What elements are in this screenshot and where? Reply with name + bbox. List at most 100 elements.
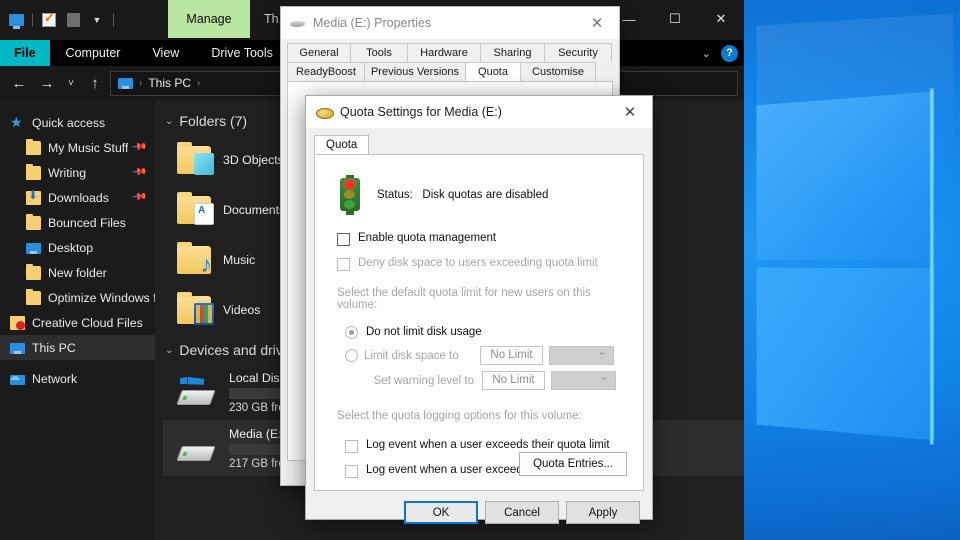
sidebar-item-writing[interactable]: Writing 📌: [0, 160, 155, 185]
quota-dialog-title: Quota Settings for Media (E:): [340, 105, 502, 119]
cancel-button[interactable]: Cancel: [485, 501, 559, 524]
sidebar-item-creative-cloud-files[interactable]: Creative Cloud Files: [0, 310, 155, 335]
folder-icon: [26, 288, 41, 305]
limit-value-input[interactable]: No Limit: [480, 346, 543, 365]
close-button[interactable]: ✕: [698, 0, 744, 38]
sidebar-label: This PC: [32, 340, 76, 355]
sidebar-item-quick-access[interactable]: ★ Quick access: [0, 110, 155, 135]
sidebar-label: New folder: [48, 265, 107, 280]
properties-tab-strip: General Tools Hardware Sharing Security …: [281, 39, 619, 81]
close-icon[interactable]: ✕: [575, 7, 619, 39]
document-badge-icon: [194, 203, 214, 225]
quota-status-text: Status: Disk quotas are disabled: [377, 189, 548, 201]
limit-disk-space-row[interactable]: Limit disk space to No Limit: [331, 343, 627, 365]
customize-caret-icon[interactable]: ▼: [85, 8, 109, 32]
pin-icon[interactable]: 📌: [130, 139, 147, 155]
quota-tab-strip: Quota: [306, 128, 652, 155]
new-folder-icon[interactable]: [61, 8, 85, 32]
warning-level-row[interactable]: Set warning level to No Limit: [331, 365, 627, 390]
chevron-down-icon[interactable]: ⌄: [702, 47, 711, 60]
tab-security[interactable]: Security: [544, 43, 612, 62]
quota-title-bar: Quota Settings for Media (E:) ✕: [306, 96, 652, 128]
enable-quota-management-checkbox[interactable]: [337, 233, 350, 246]
deny-disk-space-checkbox[interactable]: [337, 258, 350, 271]
folder-icon: [26, 213, 41, 230]
ribbon-contextual-tab-partial: Th: [264, 12, 279, 26]
tab-readyboost[interactable]: ReadyBoost: [287, 62, 365, 81]
sidebar-item-downloads[interactable]: Downloads 📌: [0, 185, 155, 210]
enable-quota-management-row[interactable]: Enable quota management: [331, 215, 627, 246]
tab-quota[interactable]: Quota: [314, 135, 370, 155]
tab-computer[interactable]: Computer: [50, 40, 137, 66]
tab-hardware[interactable]: Hardware: [407, 43, 481, 62]
quota-entries-button[interactable]: Quota Entries...: [519, 452, 627, 476]
breadcrumb-this-pc[interactable]: This PC: [148, 76, 191, 90]
breadcrumb-separator-2[interactable]: ›: [197, 78, 200, 89]
log-quota-limit-checkbox[interactable]: [345, 440, 358, 453]
tab-drive-tools[interactable]: Drive Tools: [195, 40, 289, 66]
ribbon-contextual-tab-manage[interactable]: Manage: [168, 0, 250, 38]
quota-settings-dialog: Quota Settings for Media (E:) ✕ Quota St…: [305, 95, 653, 524]
sidebar-item-bounced-files[interactable]: Bounced Files: [0, 210, 155, 235]
windows-drive-icon: [176, 377, 217, 407]
traffic-light-icon: [337, 175, 363, 215]
this-pc-icon[interactable]: [4, 8, 28, 32]
properties-checkbox-icon[interactable]: [37, 8, 61, 32]
tab-tools[interactable]: Tools: [350, 43, 408, 62]
tab-sharing[interactable]: Sharing: [480, 43, 545, 62]
this-pc-icon: [10, 342, 25, 354]
downloads-icon: [26, 188, 41, 205]
tab-view[interactable]: View: [136, 40, 195, 66]
tab-file[interactable]: File: [0, 40, 50, 66]
limit-unit-select[interactable]: [549, 344, 614, 365]
maximize-button[interactable]: ☐: [652, 0, 698, 38]
back-button[interactable]: ←: [6, 70, 32, 96]
sidebar-label: Downloads: [48, 190, 109, 205]
tab-quota[interactable]: Quota: [465, 62, 521, 81]
quick-access-toolbar: ▼: [0, 5, 118, 35]
enable-quota-management-label: Enable quota management: [358, 232, 497, 244]
network-icon: [9, 370, 25, 385]
folder-icon: [177, 142, 214, 175]
creative-cloud-icon: [10, 315, 25, 330]
tab-general[interactable]: General: [287, 43, 351, 62]
sidebar-item-desktop[interactable]: Desktop: [0, 235, 155, 260]
help-icon[interactable]: ?: [721, 44, 738, 62]
deny-disk-space-row[interactable]: Deny disk space to users exceeding quota…: [331, 246, 627, 271]
sidebar-item-this-pc[interactable]: This PC: [0, 335, 155, 360]
warning-value-input[interactable]: No Limit: [482, 371, 545, 390]
tab-customise[interactable]: Customise: [520, 62, 596, 81]
log-warning-level-checkbox[interactable]: [345, 465, 358, 478]
sidebar-label: Desktop: [48, 240, 94, 255]
tab-previous-versions[interactable]: Previous Versions: [364, 62, 466, 81]
do-not-limit-radio-row[interactable]: Do not limit disk usage: [331, 319, 627, 343]
sidebar-label: Bounced Files: [48, 215, 126, 230]
forward-button[interactable]: →: [34, 70, 60, 96]
close-icon[interactable]: ✕: [608, 96, 652, 128]
drive-icon: [290, 17, 306, 29]
pin-icon[interactable]: 📌: [130, 189, 147, 205]
desktop-icon: [26, 242, 41, 254]
pin-icon[interactable]: 📌: [130, 164, 147, 180]
limit-disk-space-radio[interactable]: [345, 349, 358, 362]
log-quota-limit-label: Log event when a user exceeds their quot…: [366, 439, 610, 451]
do-not-limit-radio[interactable]: [345, 325, 358, 339]
navigation-pane: ★ Quick access My Music Stuff 📌 Writing …: [0, 100, 155, 540]
ribbon-right-controls: ⌄ ?: [702, 40, 738, 66]
warning-unit-select[interactable]: [551, 369, 616, 390]
quota-status-value: Disk quotas are disabled: [422, 189, 549, 201]
sidebar-item-my-music-stuff[interactable]: My Music Stuff 📌: [0, 135, 155, 160]
up-button[interactable]: ↑: [82, 70, 108, 96]
sidebar-item-optimize-windows[interactable]: Optimize Windows for: [0, 285, 155, 310]
sidebar-label: Optimize Windows for: [48, 290, 155, 305]
folder-icon: [177, 292, 214, 325]
sidebar-item-new-folder[interactable]: New folder: [0, 260, 155, 285]
log-quota-limit-row[interactable]: Log event when a user exceeds their quot…: [331, 430, 627, 453]
toolbar-divider-2: [113, 13, 114, 27]
chevron-down-icon[interactable]: ⌄: [165, 116, 173, 127]
chevron-down-icon[interactable]: ⌄: [165, 345, 173, 356]
apply-button[interactable]: Apply: [566, 501, 640, 524]
recent-locations-button[interactable]: ˅: [62, 70, 80, 96]
ok-button[interactable]: OK: [404, 501, 478, 524]
sidebar-item-network[interactable]: Network: [0, 366, 155, 391]
